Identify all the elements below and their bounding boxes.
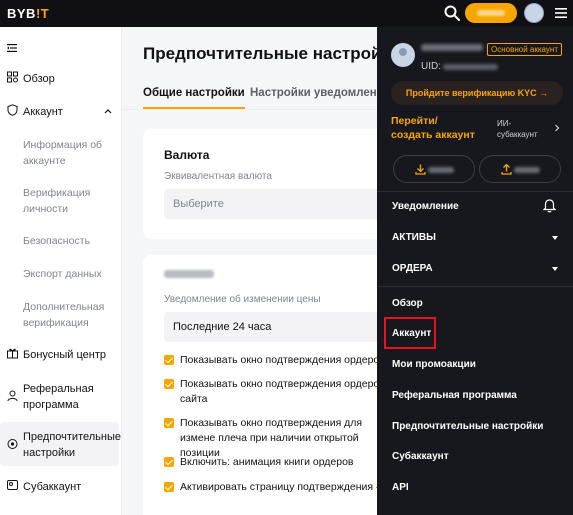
currency-subtitle: Эквивалентная валюта <box>164 171 272 182</box>
blurred-card-title <box>164 270 214 278</box>
sidebar-item-overview[interactable]: Обзор <box>0 71 121 87</box>
checkbox[interactable] <box>164 482 174 492</box>
sidebar-item-label: Предпочтительные настройки <box>23 431 121 459</box>
subaccount-icon <box>7 480 18 490</box>
highlight-box <box>384 317 436 349</box>
price-change-subtitle: Уведомление об изменении цены <box>164 294 321 305</box>
menu-api[interactable]: API <box>392 482 409 493</box>
tab-notifications[interactable]: Настройки уведомлений <box>250 87 378 99</box>
kyc-button[interactable]: Пройдите верификацию KYC → <box>391 81 563 105</box>
menu-icon[interactable] <box>555 7 567 19</box>
switch-account-link[interactable]: Перейти/создать аккаунт <box>391 114 479 142</box>
blurred-label <box>428 167 454 173</box>
menu-subaccount[interactable]: Субаккаунт <box>392 451 449 462</box>
bell-icon[interactable] <box>543 199 556 213</box>
caret-down-icon <box>552 236 558 240</box>
sidebar-item-bonus[interactable]: Бонусный центр <box>0 347 121 363</box>
sidebar-item-subaccount[interactable]: Субаккаунт <box>0 479 121 495</box>
blurred-uid <box>443 64 498 70</box>
sidebar-item-preferences[interactable]: Предпочтительные настройки <box>0 429 121 461</box>
menu-orders[interactable]: ОРДЕРА <box>392 263 433 274</box>
avatar <box>391 43 415 67</box>
currency-card: Валюта Эквивалентная валюта Выберите <box>143 129 378 239</box>
chevron-up-icon <box>104 109 112 114</box>
currency-select[interactable]: Выберите <box>164 189 378 219</box>
blurred-username <box>421 44 483 51</box>
menu-preferences[interactable]: Предпочтительные настройки <box>392 421 543 432</box>
sidebar: Обзор Аккаунт Информация об аккаунте Вер… <box>0 27 122 515</box>
upload-icon <box>501 164 512 175</box>
avatar[interactable] <box>524 3 544 23</box>
deposit-button[interactable] <box>393 155 475 183</box>
overview-icon <box>7 71 18 83</box>
blurred-label <box>514 167 540 173</box>
settings-icon <box>7 439 18 449</box>
search-icon[interactable] <box>443 4 461 22</box>
checkbox[interactable] <box>164 418 174 428</box>
sidebar-item-referral[interactable]: Реферальная программа <box>0 381 121 413</box>
gift-icon <box>7 348 18 359</box>
logo-accent: !T <box>35 6 50 21</box>
sidebar-item-label: Бонусный центр <box>23 349 106 361</box>
checkbox-label: Показывать окно подтверждения ордеров в … <box>180 378 378 405</box>
checkbox[interactable] <box>164 379 174 389</box>
uid-label: UID: <box>421 61 441 72</box>
referral-icon <box>7 390 18 402</box>
menu-assets[interactable]: АКТИВЫ <box>392 232 436 243</box>
sidebar-item-label: Реферальная программа <box>23 383 94 411</box>
sidebar-subitem-export[interactable]: Экспорт данных <box>23 266 119 282</box>
tabs-divider <box>122 109 378 110</box>
sidebar-item-account[interactable]: Аккаунт <box>0 104 121 120</box>
sidebar-subitem-identity[interactable]: Верификация личности <box>23 185 119 217</box>
sidebar-subitem-extra-verification[interactable]: Дополнительная верификация <box>23 299 119 331</box>
page-title: Предпочтительные настройки <box>143 44 378 63</box>
bybit-logo[interactable]: BYB!T <box>7 6 49 21</box>
price-change-select[interactable]: Последние 24 часа <box>164 312 378 342</box>
withdraw-button[interactable] <box>479 155 561 183</box>
main-content: Предпочтительные настройки Общие настрой… <box>122 27 378 515</box>
main-account-badge: Основной аккаунт <box>487 43 562 56</box>
menu-overview[interactable]: Обзор <box>392 298 423 309</box>
top-bar: BYB!T <box>0 0 573 27</box>
sidebar-item-label: Субаккаунт <box>23 481 82 493</box>
caret-down-icon <box>552 267 558 271</box>
checkbox[interactable] <box>164 355 174 365</box>
divider <box>377 286 573 287</box>
divider <box>377 191 573 192</box>
collapse-sidebar-icon[interactable] <box>7 43 17 53</box>
subaccount-selector[interactable]: ИИ-субаккаунт <box>497 118 547 140</box>
shield-icon <box>7 104 18 116</box>
checkbox-label: Включить: анимация книги ордеров <box>180 456 354 468</box>
notification-card: Уведомление об изменении цены Последние … <box>143 255 378 515</box>
download-icon <box>415 164 426 175</box>
tab-general[interactable]: Общие настройки <box>143 87 245 109</box>
sidebar-subitem-security[interactable]: Безопасность <box>23 233 119 249</box>
sidebar-item-label: Обзор <box>23 73 55 85</box>
checkbox-label: Показывать окно подтверждения ордеров <box>180 354 378 366</box>
account-dropdown-panel: Основной аккаунт UID: Пройдите верификац… <box>377 27 573 515</box>
sidebar-subitem-account-info[interactable]: Информация об аккаунте <box>23 137 119 169</box>
blurred-label <box>477 10 505 16</box>
checkbox-label: Активировать страницу подтверждения «От <box>180 481 378 493</box>
logo-text: BYB <box>7 6 36 21</box>
deposit-button[interactable] <box>465 3 517 23</box>
menu-referral[interactable]: Реферальная программа <box>392 390 517 401</box>
chevron-right-icon <box>555 124 560 132</box>
menu-my-promotions[interactable]: Мои промоакции <box>392 359 476 370</box>
checkbox[interactable] <box>164 457 174 467</box>
menu-notifications[interactable]: Уведомление <box>392 201 459 212</box>
sidebar-item-label: Аккаунт <box>23 106 63 118</box>
currency-title: Валюта <box>164 148 210 162</box>
